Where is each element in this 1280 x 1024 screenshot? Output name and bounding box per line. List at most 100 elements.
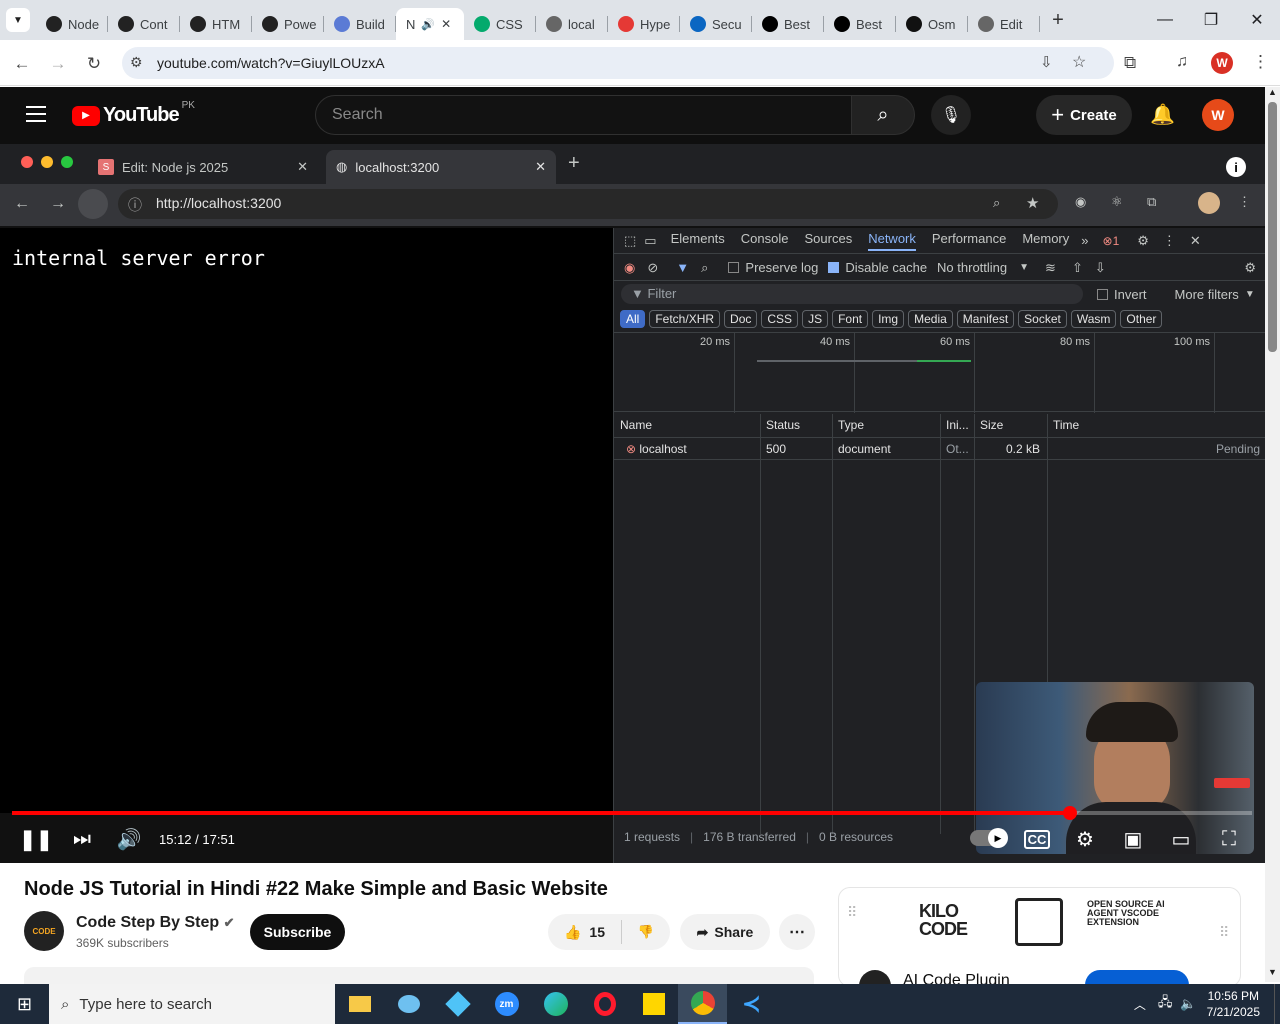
youtube-logo[interactable]: ▶ YouTube PK: [72, 100, 195, 127]
notifications-bell-icon[interactable]: 🔔: [1150, 102, 1175, 127]
filter-chip: Img: [872, 310, 905, 328]
new-tab-button[interactable]: +: [1040, 0, 1076, 40]
maximize-button[interactable]: ❐: [1188, 0, 1234, 40]
play-icon: ▶: [988, 828, 1008, 848]
timeline-tick-label: 20 ms: [700, 336, 730, 348]
bookmark-star-icon[interactable]: ☆: [1072, 52, 1086, 72]
page-scrollbar[interactable]: ▲ ▼: [1265, 87, 1280, 982]
channel-avatar[interactable]: CODE: [24, 911, 64, 951]
react-icon: ⚛: [1111, 194, 1123, 209]
settings-button[interactable]: ⚙: [1072, 826, 1098, 852]
search-input[interactable]: Search: [315, 95, 852, 135]
tray-chevron-icon[interactable]: ︿: [1134, 996, 1146, 1013]
globe-icon: [978, 16, 994, 32]
theater-mode-button[interactable]: ▭: [1168, 826, 1194, 852]
more-horizontal-icon: ⋯: [789, 924, 805, 941]
taskbar-chrome[interactable]: [678, 984, 727, 1024]
back-button[interactable]: ←: [8, 50, 36, 78]
hamburger-menu-icon[interactable]: [26, 106, 46, 122]
user-avatar[interactable]: W: [1202, 99, 1234, 131]
openai-icon: [118, 16, 134, 32]
show-desktop-button[interactable]: [1274, 984, 1280, 1024]
taskbar-search[interactable]: ⌕ Type here to search: [49, 984, 335, 1024]
browser-menu-icon[interactable]: ⋮: [1252, 52, 1269, 72]
video-info-icon[interactable]: i: [1226, 157, 1246, 177]
browser-tab[interactable]: Secu: [680, 8, 752, 40]
taskbar-sticky-notes[interactable]: [629, 984, 678, 1024]
like-button[interactable]: 👍 15: [548, 920, 622, 944]
share-button[interactable]: ➦ Share: [680, 914, 770, 950]
channel-name-row[interactable]: Code Step By Step ✔: [76, 914, 235, 932]
browser-tab[interactable]: Osm: [896, 8, 968, 40]
browser-tab[interactable]: CSS: [464, 8, 536, 40]
reload-button[interactable]: ↻: [80, 50, 108, 78]
volume-button[interactable]: 🔊: [116, 826, 142, 852]
scrollbar-thumb[interactable]: [1268, 102, 1277, 352]
transferred-size: 176 B transferred: [703, 830, 796, 844]
browser-tab[interactable]: Node: [36, 8, 108, 40]
forward-button[interactable]: →: [44, 50, 72, 78]
browser-tab[interactable]: Powe: [252, 8, 324, 40]
channel-name[interactable]: Code Step By Step: [76, 914, 219, 931]
browser-tab[interactable]: Best: [752, 8, 824, 40]
openai-icon: [190, 16, 206, 32]
error-counter: ⊗1: [1102, 233, 1120, 248]
autoplay-toggle[interactable]: ▶: [970, 828, 1008, 848]
browser-tab-strip: ▼ Node Cont HTM Powe Build N 🔊 ✕ CSS local Hype Sec…: [0, 0, 1280, 40]
next-button[interactable]: ⏭: [70, 826, 94, 852]
captions-button[interactable]: CC: [1023, 826, 1051, 852]
minimize-button[interactable]: —: [1142, 0, 1188, 40]
fullscreen-icon: ⛶: [1222, 827, 1236, 850]
progress-scrubber[interactable]: [1062, 806, 1077, 820]
taskbar-zoom[interactable]: zm: [482, 984, 531, 1024]
column-divider: [974, 414, 975, 834]
speaker-icon[interactable]: 🔈: [1180, 996, 1196, 1012]
voice-search-button[interactable]: 🎙: [931, 95, 971, 135]
taskbar-edge[interactable]: [531, 984, 580, 1024]
close-tab-icon[interactable]: ✕: [441, 17, 451, 31]
scroll-down-icon[interactable]: ▼: [1268, 967, 1277, 977]
taskbar-vscode[interactable]: ≺: [727, 984, 776, 1024]
fullscreen-button[interactable]: ⛶: [1216, 826, 1242, 852]
pause-icon: ❚❚: [19, 828, 53, 851]
dislike-button[interactable]: 👎: [622, 924, 670, 940]
search-button[interactable]: ⌕: [851, 95, 915, 135]
install-app-icon[interactable]: ⇩: [1040, 53, 1053, 71]
filter-chip: Doc: [724, 310, 758, 328]
media-control-icon[interactable]: ♫: [1176, 53, 1188, 71]
timeline-tick-label: 60 ms: [940, 336, 970, 348]
browser-tab[interactable]: Edit: [968, 8, 1040, 40]
browser-tab[interactable]: N 🔊 ✕: [396, 8, 464, 40]
sponsored-ad[interactable]: ⠿ KILO CODE OPEN SOURCE AI AGENT VSCODE …: [838, 887, 1241, 987]
timeline-tick-label: 100 ms: [1173, 336, 1210, 348]
close-window-button[interactable]: ✕: [1234, 0, 1280, 40]
extensions-icon[interactable]: ⧉: [1124, 53, 1136, 73]
browser-tab[interactable]: local: [536, 8, 608, 40]
browser-tab-label: Node: [68, 16, 100, 32]
create-button[interactable]: + Create: [1036, 95, 1132, 135]
taskbar-opera[interactable]: [580, 984, 629, 1024]
taskbar-file-explorer[interactable]: [335, 984, 384, 1024]
more-actions-button[interactable]: ⋯: [779, 914, 815, 950]
webcam-overlay: [976, 682, 1254, 854]
start-button[interactable]: ⊞: [0, 984, 49, 1024]
browser-tab[interactable]: Cont: [108, 8, 180, 40]
taskbar-app-diamond[interactable]: [433, 984, 482, 1024]
browser-tab[interactable]: Build: [324, 8, 396, 40]
omnibox[interactable]: ⚙ youtube.com/watch?v=GiuylLOUzxA ⇩ ☆: [122, 47, 1114, 79]
subscribe-button[interactable]: Subscribe: [250, 914, 345, 950]
browser-tab[interactable]: Hype: [608, 8, 680, 40]
miniplayer-button[interactable]: ▣: [1120, 826, 1146, 852]
profile-avatar[interactable]: W: [1211, 52, 1233, 74]
taskbar-app-paint[interactable]: [384, 984, 433, 1024]
network-icon[interactable]: 🖧: [1158, 993, 1173, 1015]
scroll-up-icon[interactable]: ▲: [1268, 87, 1277, 97]
site-info-icon[interactable]: ⚙: [130, 54, 143, 71]
browser-tab[interactable]: HTM: [180, 8, 252, 40]
close-icon: ✕: [535, 159, 546, 174]
browser-tab-label: CSS: [496, 16, 523, 32]
pause-button[interactable]: ❚❚: [19, 826, 53, 852]
tab-search-button[interactable]: ▼: [0, 0, 36, 40]
browser-tab[interactable]: Best: [824, 8, 896, 40]
taskbar-clock[interactable]: 10:56 PM 7/21/2025: [1207, 988, 1260, 1020]
